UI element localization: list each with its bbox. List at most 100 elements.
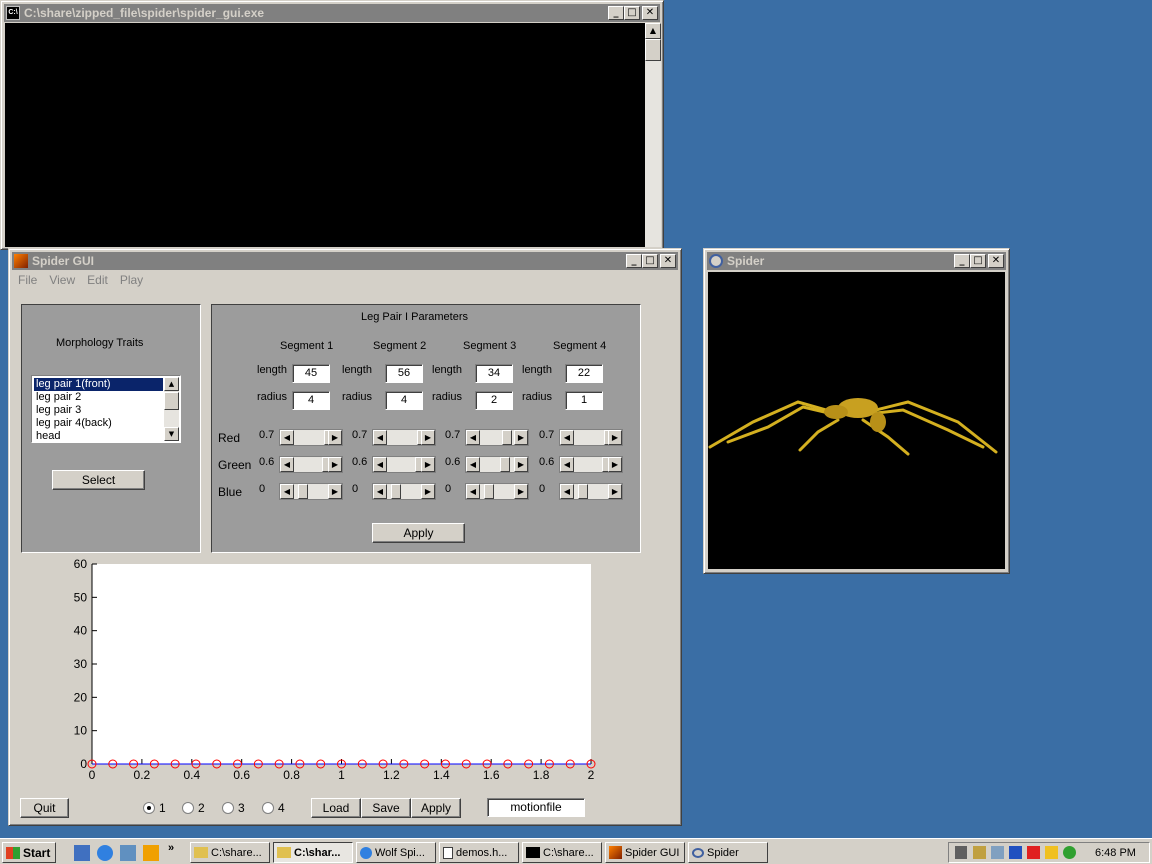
start-button[interactable]: Start — [2, 842, 56, 863]
radio-3[interactable] — [222, 802, 234, 814]
color-slider[interactable]: ◀ ▶ — [559, 429, 623, 446]
close-icon[interactable]: ✕ — [988, 254, 1004, 268]
chevron-right-icon[interactable]: » — [168, 842, 174, 854]
color-slider[interactable]: ◀ ▶ — [279, 456, 343, 473]
tray-icon[interactable] — [1009, 846, 1022, 859]
arrow-left-icon[interactable]: ◀ — [373, 430, 387, 445]
radius-input[interactable]: 1 — [565, 391, 603, 410]
arrow-left-icon[interactable]: ◀ — [280, 457, 294, 472]
arrow-right-icon[interactable]: ▶ — [421, 484, 435, 499]
console-output[interactable] — [5, 23, 645, 247]
length-input[interactable]: 22 — [565, 364, 603, 383]
menu-play[interactable]: Play — [120, 273, 143, 287]
color-slider[interactable]: ◀ ▶ — [465, 429, 529, 446]
slider-thumb[interactable] — [484, 484, 494, 499]
slider-thumb[interactable] — [578, 484, 588, 499]
scroll-up-icon[interactable]: ▲ — [645, 23, 661, 39]
arrow-left-icon[interactable]: ◀ — [466, 484, 480, 499]
tray-icon[interactable] — [991, 846, 1004, 859]
radio-1[interactable] — [143, 802, 155, 814]
close-icon[interactable]: ✕ — [660, 254, 676, 268]
color-slider[interactable]: ◀ ▶ — [559, 456, 623, 473]
params-apply-button[interactable]: Apply — [372, 523, 465, 543]
maximize-icon[interactable]: □ — [624, 6, 640, 20]
arrow-right-icon[interactable]: ▶ — [608, 430, 622, 445]
list-item[interactable]: head — [36, 430, 60, 443]
console-titlebar[interactable]: C:\ C:\share\zipped_file\spider\spider_g… — [4, 4, 660, 22]
taskbar-item[interactable]: demos.h... — [439, 842, 519, 863]
network-icon[interactable] — [120, 845, 136, 861]
bottom-apply-button[interactable]: Apply — [411, 798, 461, 818]
color-slider[interactable]: ◀ ▶ — [465, 483, 529, 500]
length-input[interactable]: 56 — [385, 364, 423, 383]
radio-4[interactable] — [262, 802, 274, 814]
arrow-left-icon[interactable]: ◀ — [560, 484, 574, 499]
motion-file-input[interactable]: motionfile — [487, 798, 585, 817]
close-icon[interactable]: ✕ — [642, 6, 658, 20]
arrow-right-icon[interactable]: ▶ — [608, 457, 622, 472]
color-slider[interactable]: ◀ ▶ — [279, 429, 343, 446]
arrow-right-icon[interactable]: ▶ — [608, 484, 622, 499]
arrow-left-icon[interactable]: ◀ — [280, 430, 294, 445]
tray-icon[interactable] — [1027, 846, 1040, 859]
radio-2[interactable] — [182, 802, 194, 814]
maximize-icon[interactable]: □ — [642, 254, 658, 268]
arrow-right-icon[interactable]: ▶ — [514, 484, 528, 499]
slider-thumb[interactable] — [391, 484, 401, 499]
minimize-icon[interactable]: _ — [608, 6, 624, 20]
arrow-left-icon[interactable]: ◀ — [280, 484, 294, 499]
arrow-left-icon[interactable]: ◀ — [560, 430, 574, 445]
radius-input[interactable]: 4 — [292, 391, 330, 410]
radius-input[interactable]: 4 — [385, 391, 423, 410]
media-player-icon[interactable] — [143, 845, 159, 861]
taskbar-item[interactable]: Spider — [688, 842, 768, 863]
arrow-left-icon[interactable]: ◀ — [466, 430, 480, 445]
scroll-up-icon[interactable]: ▲ — [164, 377, 179, 391]
quit-button[interactable]: Quit — [20, 798, 69, 818]
arrow-left-icon[interactable]: ◀ — [560, 457, 574, 472]
taskbar-item[interactable]: C:\shar... — [273, 842, 353, 863]
ie-icon[interactable] — [97, 845, 113, 861]
maximize-icon[interactable]: □ — [970, 254, 986, 268]
load-button[interactable]: Load — [311, 798, 361, 818]
spider-titlebar[interactable]: Spider _ □ ✕ — [707, 252, 1006, 270]
arrow-right-icon[interactable]: ▶ — [514, 430, 528, 445]
tray-icon[interactable] — [973, 846, 986, 859]
scroll-thumb[interactable] — [645, 39, 661, 61]
arrow-left-icon[interactable]: ◀ — [466, 457, 480, 472]
length-input[interactable]: 34 — [475, 364, 513, 383]
menu-view[interactable]: View — [49, 273, 75, 287]
arrow-right-icon[interactable]: ▶ — [421, 457, 435, 472]
color-slider[interactable]: ◀ ▶ — [372, 483, 436, 500]
list-item[interactable]: leg pair 1(front) — [34, 378, 163, 391]
list-item[interactable]: leg pair 4(back) — [36, 417, 112, 430]
morphology-listbox[interactable]: leg pair 1(front) leg pair 2 leg pair 3 … — [31, 375, 181, 443]
tray-icon[interactable] — [1063, 846, 1076, 859]
arrow-right-icon[interactable]: ▶ — [328, 484, 342, 499]
arrow-right-icon[interactable]: ▶ — [421, 430, 435, 445]
color-slider[interactable]: ◀ ▶ — [279, 483, 343, 500]
spider-canvas[interactable] — [708, 272, 1005, 569]
length-input[interactable]: 45 — [292, 364, 330, 383]
arrow-right-icon[interactable]: ▶ — [514, 457, 528, 472]
save-button[interactable]: Save — [361, 798, 411, 818]
color-slider[interactable]: ◀ ▶ — [372, 456, 436, 473]
menu-edit[interactable]: Edit — [87, 273, 108, 287]
list-scrollbar[interactable]: ▲ ▼ — [164, 377, 179, 441]
color-slider[interactable]: ◀ ▶ — [559, 483, 623, 500]
color-slider[interactable]: ◀ ▶ — [372, 429, 436, 446]
slider-thumb[interactable] — [298, 484, 308, 499]
taskbar-item[interactable]: Spider GUI — [605, 842, 685, 863]
tray-icon[interactable] — [1045, 846, 1058, 859]
list-item[interactable]: leg pair 2 — [36, 391, 81, 404]
speaker-icon[interactable] — [955, 846, 967, 859]
scroll-down-icon[interactable]: ▼ — [164, 427, 179, 441]
arrow-left-icon[interactable]: ◀ — [373, 457, 387, 472]
minimize-icon[interactable]: _ — [954, 254, 970, 268]
arrow-right-icon[interactable]: ▶ — [328, 430, 342, 445]
select-button[interactable]: Select — [52, 470, 145, 490]
color-slider[interactable]: ◀ ▶ — [465, 456, 529, 473]
taskbar-item[interactable]: C:\share... — [522, 842, 602, 863]
list-item[interactable]: leg pair 3 — [36, 404, 81, 417]
radius-input[interactable]: 2 — [475, 391, 513, 410]
